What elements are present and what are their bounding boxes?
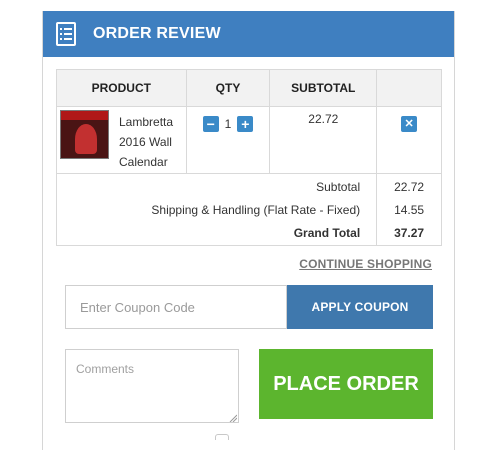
apply-coupon-button[interactable]: APPLY COUPON xyxy=(287,285,433,329)
product-name-link[interactable]: Lambretta 2016 Wall Calendar xyxy=(119,112,185,172)
table-row: Lambretta 2016 Wall Calendar − 1 + 22.72… xyxy=(56,106,442,174)
place-order-button[interactable]: PLACE ORDER xyxy=(259,349,433,419)
coupon-code-input[interactable] xyxy=(65,285,287,329)
shipping-label: Shipping & Handling (Flat Rate - Fixed) xyxy=(55,197,378,222)
summary-row-shipping: Shipping & Handling (Flat Rate - Fixed) … xyxy=(55,197,442,222)
remove-cell: ✕ xyxy=(376,106,442,174)
grand-total-label: Grand Total xyxy=(55,221,378,246)
summary-row-grand-total: Grand Total 37.27 xyxy=(55,221,442,246)
partial-checkbox[interactable] xyxy=(215,434,229,440)
qty-cell: − 1 + xyxy=(185,106,271,174)
resize-grip-icon[interactable] xyxy=(229,414,237,422)
increase-qty-button[interactable]: + xyxy=(237,116,254,132)
quantity-stepper: − 1 + xyxy=(187,116,270,132)
thumbnail-figure xyxy=(75,124,97,154)
page-title: ORDER REVIEW xyxy=(93,25,221,42)
table-header-row: PRODUCT QTY SUBTOTAL xyxy=(56,69,442,107)
column-header-qty: QTY xyxy=(185,69,271,107)
column-header-subtotal: SUBTOTAL xyxy=(269,69,378,107)
quantity-value: 1 xyxy=(224,117,232,131)
product-cell: Lambretta 2016 Wall Calendar xyxy=(56,106,187,174)
column-header-remove xyxy=(376,69,442,107)
item-subtotal: 22.72 xyxy=(269,106,378,174)
column-header-product: PRODUCT xyxy=(56,69,187,107)
document-list-icon xyxy=(56,22,76,46)
grand-total-value: 37.27 xyxy=(376,221,442,246)
thumbnail-banner xyxy=(61,111,108,120)
order-review-header: ORDER REVIEW xyxy=(43,11,454,57)
calendar-thumbnail[interactable] xyxy=(60,110,109,159)
subtotal-value: 22.72 xyxy=(376,173,442,198)
shipping-value: 14.55 xyxy=(376,197,442,222)
order-table: PRODUCT QTY SUBTOTAL Lambretta 2016 Wall… xyxy=(55,69,442,246)
remove-item-button[interactable]: ✕ xyxy=(401,116,418,132)
decrease-qty-button[interactable]: − xyxy=(202,116,219,132)
subtotal-label: Subtotal xyxy=(55,173,378,198)
continue-shopping-link[interactable]: CONTINUE SHOPPING xyxy=(299,257,432,271)
summary-row-subtotal: Subtotal 22.72 xyxy=(55,173,442,198)
order-review-panel: ORDER REVIEW PRODUCT QTY SUBTOTAL Lambre… xyxy=(42,11,455,450)
comments-field[interactable] xyxy=(65,349,239,423)
